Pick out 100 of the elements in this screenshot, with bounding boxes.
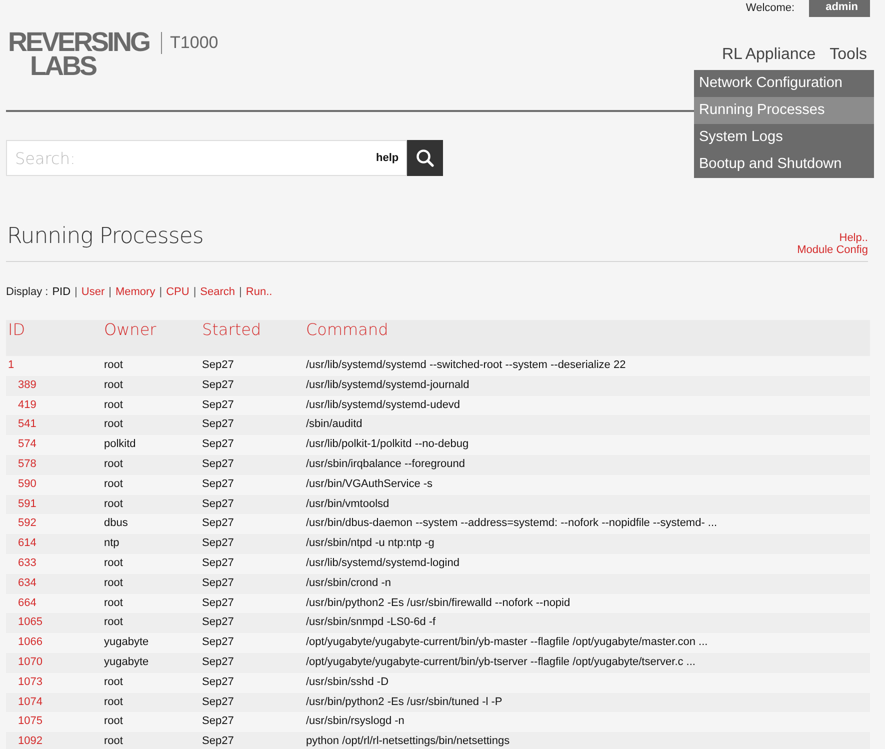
command-cell-text: /usr/bin/dbus-daemon --system --address=systemd: --nofork --nopidfile --systemd- ... [305, 516, 718, 532]
user-name: admin [808, 0, 870, 16]
owner-cell: root [102, 732, 200, 749]
separator-text: | [159, 286, 162, 300]
column-header[interactable]: Command [304, 320, 870, 356]
owner-cell-text: yugabyte [103, 635, 150, 650]
date-cell-text: Sep27 [201, 516, 235, 532]
pid-cell-text: 1075 [17, 714, 44, 730]
separator-text: | [108, 286, 112, 300]
nav-link[interactable]: RL Appliance [722, 46, 816, 64]
command-cell-text: /usr/lib/systemd/systemd-logind [305, 556, 460, 571]
separator-text: | [239, 286, 242, 300]
menu-item[interactable]: Running Processes [694, 97, 874, 124]
separator-text: | [74, 286, 78, 300]
header-link[interactable]: Help.. [839, 232, 868, 244]
owner-cell-text: root [103, 556, 124, 571]
owner-cell: yugabyte [102, 652, 200, 673]
column-header[interactable]: ID [6, 320, 102, 356]
date-cell-text: Sep27 [201, 398, 235, 413]
command-cell-text: /usr/sbin/sshd -D [305, 674, 390, 690]
command-cell-text: /usr/bin/VGAuthService -s [305, 476, 434, 492]
date-cell: Sep27 [200, 454, 304, 475]
display-option[interactable]: User [81, 286, 105, 300]
owner-cell-text: root [103, 674, 124, 690]
date-cell-text: Sep27 [201, 635, 235, 650]
pid-cell-text: 1 [7, 358, 16, 373]
command-cell: /sbin/auditd [304, 415, 870, 436]
menu-item[interactable]: System Logs [694, 124, 874, 151]
command-cell: /usr/bin/python2 -Es /usr/sbin/tuned -l -P [304, 692, 870, 712]
pid-cell: 1070 [6, 652, 102, 673]
pid-cell: 1092 [6, 732, 102, 749]
date-cell: Sep27 [200, 613, 304, 634]
command-cell: /opt/yugabyte/yugabyte-current/bin/yb-tserver --flagfile /opt/yugabyte/tserver.c ... [304, 652, 870, 673]
search-icon [416, 149, 434, 167]
column-header[interactable]: Owner [102, 320, 200, 356]
owner-cell: root [102, 454, 200, 475]
display-option[interactable]: PID [52, 286, 71, 300]
nav-link[interactable]: Tools [830, 46, 867, 64]
logo-text: REVERSING [8, 30, 150, 54]
owner-cell-text: root [103, 398, 124, 413]
date-cell-text: Sep27 [201, 476, 235, 492]
date-cell: Sep27 [200, 494, 304, 514]
owner-cell: root [102, 415, 200, 436]
date-cell: Sep27 [200, 415, 304, 436]
date-cell-text: Sep27 [201, 714, 235, 730]
display-option[interactable]: Memory [115, 286, 156, 300]
command-cell: /usr/lib/systemd/systemd-journald [304, 376, 870, 396]
command-cell: /usr/sbin/crond -n [304, 574, 870, 594]
command-cell-text: /usr/lib/polkit-1/polkitd --no-debug [305, 437, 470, 452]
separator-text: | [193, 286, 196, 300]
pid-cell: 578 [6, 454, 102, 475]
owner-cell-text: dbus [103, 516, 129, 532]
owner-cell: root [102, 494, 200, 514]
command-cell: /usr/sbin/snmpd -LS0-6d -f [304, 613, 870, 634]
pid-cell-text: 419 [17, 398, 38, 413]
search-button[interactable] [406, 140, 443, 176]
date-cell: Sep27 [200, 652, 304, 673]
display-option[interactable]: Search [200, 286, 236, 300]
display-option[interactable]: CPU [166, 286, 190, 300]
welcome-label: Welcome: [746, 2, 795, 14]
pid-cell-text: 664 [17, 596, 38, 611]
date-cell: Sep27 [200, 732, 304, 749]
pid-cell-text: 590 [17, 476, 38, 492]
date-cell-text: Sep27 [201, 596, 235, 611]
pid-cell-text: 1073 [17, 674, 44, 690]
menu-item[interactable]: Network Configuration [694, 70, 874, 97]
pid-cell-text: 574 [17, 437, 38, 452]
header-link[interactable]: Module Config [797, 244, 868, 256]
product-name: T1000 [161, 32, 218, 54]
command-cell: /usr/sbin/ntpd -u ntp:ntp -g [304, 534, 870, 554]
owner-cell-text: polkitd [103, 437, 137, 452]
display-option[interactable]: Run.. [246, 286, 272, 300]
owner-cell-text: root [103, 476, 124, 492]
command-cell-text: /usr/bin/python2 -Es /usr/sbin/firewalld --nofork --nopid [305, 596, 572, 611]
command-cell: python /opt/rl/rl-netsettings/bin/netsettings [304, 732, 870, 749]
command-cell-text: /usr/sbin/rsyslogd -n [305, 714, 406, 730]
pid-cell-text: 592 [17, 516, 38, 532]
display-label: Display : [6, 286, 48, 300]
owner-cell: root [102, 574, 200, 594]
date-cell-text: Sep27 [201, 556, 235, 571]
owner-cell-text: root [103, 714, 124, 730]
menu-item[interactable]: Bootup and Shutdown [694, 151, 874, 178]
command-cell: /usr/sbin/irqbalance --foreground [304, 454, 870, 475]
command-cell-text: /usr/lib/systemd/systemd --switched-root --system --deserialize 22 [305, 358, 627, 373]
date-cell: Sep27 [200, 574, 304, 594]
date-cell-text: Sep27 [201, 358, 235, 373]
command-cell-text: /opt/yugabyte/yugabyte-current/bin/yb-master --flagfile /opt/yugabyte/master.con ... [305, 635, 709, 650]
date-cell: Sep27 [200, 534, 304, 554]
date-cell-text: Sep27 [201, 437, 235, 452]
pid-cell: 591 [6, 494, 102, 514]
pid-cell: 634 [6, 574, 102, 594]
pid-cell-text: 633 [17, 556, 38, 571]
command-cell-text: /usr/lib/systemd/systemd-udevd [305, 398, 462, 413]
column-header[interactable]: Started [200, 320, 304, 356]
pid-cell: 1074 [6, 692, 102, 712]
owner-cell-text: root [103, 358, 124, 373]
pid-cell: 389 [6, 376, 102, 396]
command-cell: /usr/bin/vmtoolsd [304, 494, 870, 514]
pid-cell: 541 [6, 415, 102, 436]
owner-cell: root [102, 376, 200, 396]
